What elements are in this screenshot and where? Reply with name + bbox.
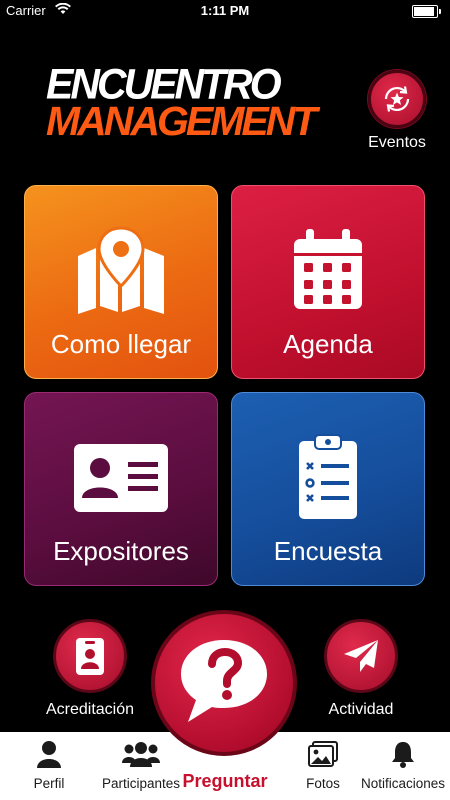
preguntar-button[interactable] [151,610,297,756]
tab-perfil[interactable]: Perfil [14,732,84,800]
actividad-button[interactable]: Actividad [313,619,409,719]
badge-icon [53,619,127,693]
tile-label: Agenda [283,329,373,359]
acreditacion-button[interactable]: Acreditación [38,619,142,719]
users-icon [86,740,196,768]
question-bubble-icon [178,636,270,731]
tile-label: Expositores [53,536,189,566]
acreditacion-label: Acreditación [45,701,135,718]
tile-encuesta[interactable]: Encuesta [231,392,425,586]
star-refresh-icon [368,70,426,128]
tile-agenda[interactable]: Agenda [231,185,425,379]
paper-plane-icon [324,619,398,693]
preguntar-label: Preguntar [182,771,268,791]
eventos-button[interactable]: Eventos [360,70,434,152]
bell-icon [356,740,450,768]
tab-label: Notificaciones [360,776,446,791]
actividad-label: Actividad [328,701,394,718]
map-pin-icon [74,222,168,318]
photos-icon [288,740,358,768]
logo-line-1: ENCUENTRO [46,59,282,109]
clipboard-checklist-icon [295,429,361,525]
id-card-icon [74,429,168,525]
tile-como-llegar[interactable]: Como llegar [24,185,218,379]
tile-expositores[interactable]: Expositores [24,392,218,586]
tab-fotos[interactable]: Fotos [288,732,358,800]
tab-label: Fotos [306,776,340,791]
status-bar: Carrier 1:11 PM [0,0,450,22]
calendar-icon [292,222,364,318]
battery-icon [412,5,441,18]
tile-label: Encuesta [273,536,383,566]
tab-label: Perfil [33,776,65,791]
app-logo: ENCUENTRO MANAGEMENT [46,59,317,142]
eventos-label: Eventos [368,134,426,151]
tab-notificaciones[interactable]: Notificaciones [356,732,450,800]
user-icon [14,740,84,768]
tile-label: Como llegar [50,329,192,359]
clock: 1:11 PM [200,3,250,18]
